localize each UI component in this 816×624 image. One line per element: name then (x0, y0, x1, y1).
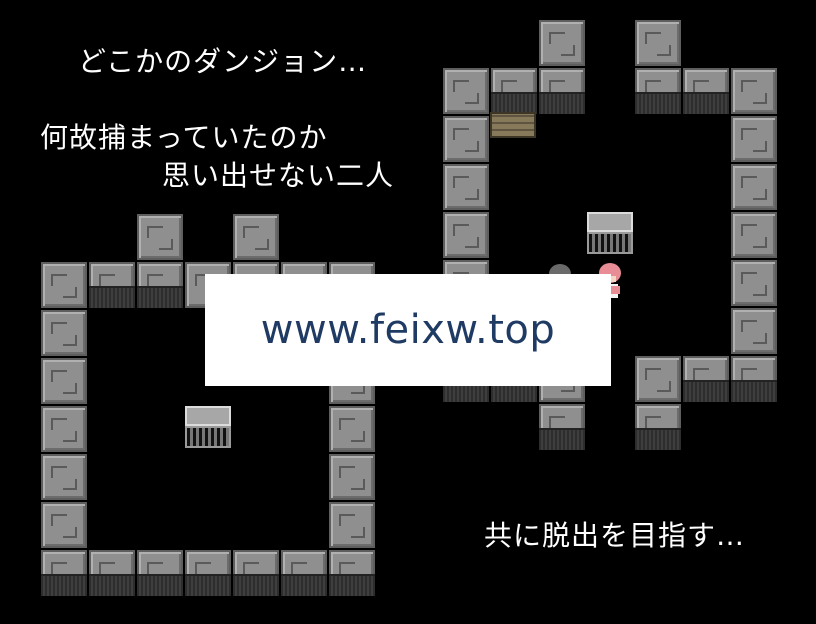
stone-wall-face (683, 380, 729, 402)
stone-wall-tile (635, 20, 681, 66)
stone-wall-face (185, 574, 231, 596)
chest-top[interactable] (587, 212, 633, 232)
stone-wall-face (89, 286, 135, 308)
stone-wall-face (539, 428, 585, 450)
stone-wall-tile (329, 406, 375, 452)
stone-wall-face (491, 92, 537, 114)
stone-wall-tile (137, 214, 183, 260)
stone-wall-tile (731, 68, 777, 114)
stone-wall-face (539, 92, 585, 114)
stone-wall-face (731, 380, 777, 402)
stone-wall-tile (443, 116, 489, 162)
stone-wall-face (137, 286, 183, 308)
stone-wall-tile (539, 20, 585, 66)
stone-wall-tile (635, 356, 681, 402)
stone-wall-tile (329, 502, 375, 548)
stone-wall-face (41, 574, 87, 596)
stone-wall-face (329, 574, 375, 596)
stone-wall-tile (233, 214, 279, 260)
stone-wall-tile (41, 406, 87, 452)
stone-wall-tile (731, 260, 777, 306)
left-chest-front[interactable] (185, 426, 231, 448)
stone-wall-face (233, 574, 279, 596)
watermark-text: www.feixw.top (260, 307, 556, 353)
stone-wall-tile (41, 454, 87, 500)
narration-line-4: 共に脱出を目指す… (484, 519, 746, 552)
stone-wall-tile (329, 454, 375, 500)
stone-wall-face (137, 574, 183, 596)
stone-wall-face (281, 574, 327, 596)
stone-wall-tile (731, 116, 777, 162)
stone-wall-tile (443, 212, 489, 258)
chest-front[interactable] (587, 232, 633, 254)
stone-wall-face (683, 92, 729, 114)
stone-wall-face (89, 574, 135, 596)
stone-wall-tile (731, 164, 777, 210)
stone-wall-face (635, 92, 681, 114)
stone-wall-tile (41, 310, 87, 356)
stone-wall-tile (443, 164, 489, 210)
stone-wall-tile (41, 358, 87, 404)
narration-line-2: 何故捕まっていたのか (40, 121, 328, 154)
watermark-banner: www.feixw.top (205, 274, 611, 386)
stone-wall-tile (443, 68, 489, 114)
stone-wall-tile (731, 308, 777, 354)
narration-line-3: 思い出せない二人 (162, 159, 395, 192)
left-chest-top[interactable] (185, 406, 231, 426)
stone-wall-tile (731, 212, 777, 258)
stone-wall-tile (41, 502, 87, 548)
stone-wall-tile (41, 262, 87, 308)
wooden-bench[interactable] (490, 112, 536, 138)
narration-line-1: どこかのダンジョン… (78, 45, 368, 78)
stone-wall-face (635, 428, 681, 450)
